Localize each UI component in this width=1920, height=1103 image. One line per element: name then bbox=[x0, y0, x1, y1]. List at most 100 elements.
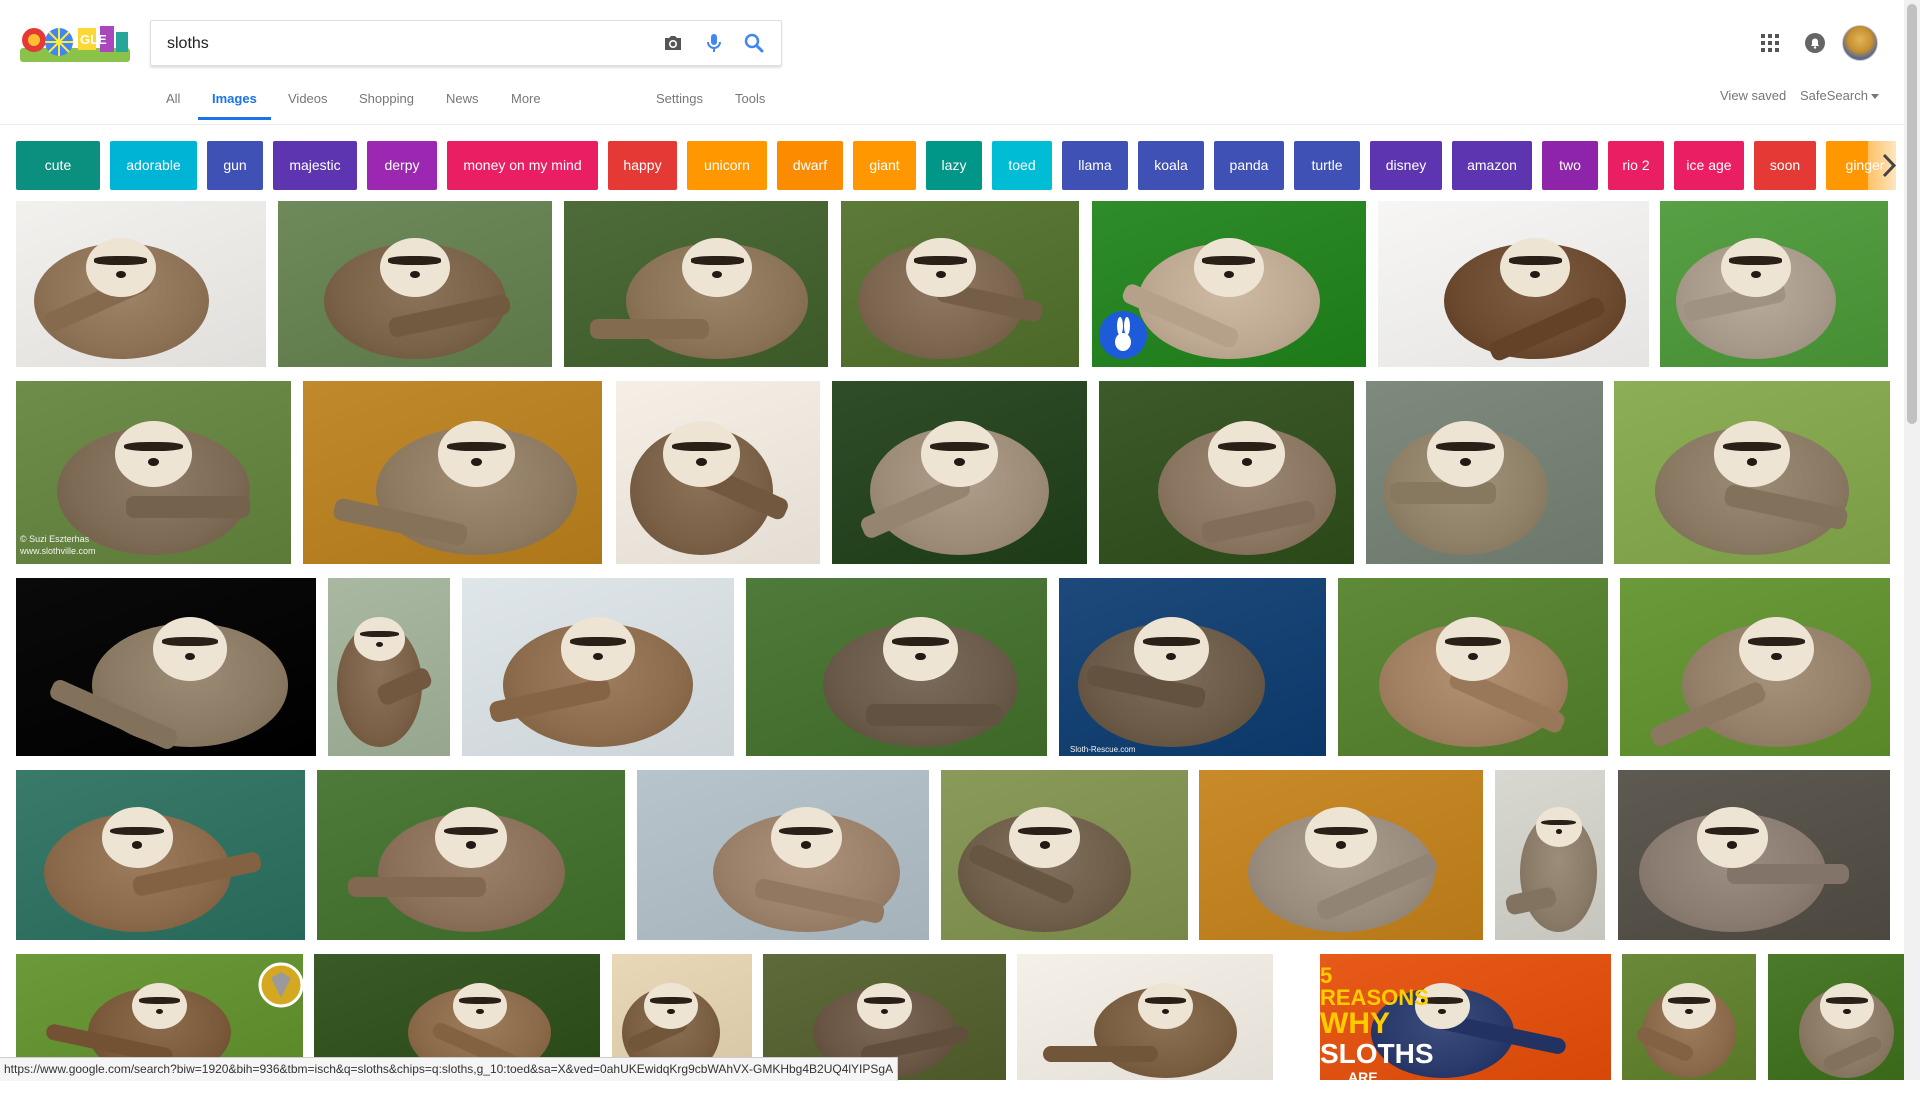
image-result-thumbnail[interactable] bbox=[1618, 770, 1890, 940]
sloth-nose bbox=[375, 641, 383, 647]
sloth-arm bbox=[1726, 863, 1850, 884]
sloth-eye-mask bbox=[447, 442, 506, 452]
image-result-thumbnail[interactable] bbox=[564, 201, 828, 367]
image-result-thumbnail[interactable] bbox=[616, 381, 820, 564]
sloth-nose bbox=[1685, 1008, 1693, 1015]
watermark-text: www.slothville.com bbox=[20, 546, 96, 556]
image-result-thumbnail[interactable] bbox=[1378, 201, 1649, 367]
image-result-thumbnail[interactable] bbox=[462, 578, 734, 756]
sloth-eye-mask bbox=[914, 256, 968, 265]
sloth-nose bbox=[915, 652, 926, 661]
sloth-nose bbox=[465, 841, 476, 849]
shield-badge-icon bbox=[258, 962, 304, 1008]
image-result-thumbnail[interactable] bbox=[637, 770, 929, 940]
sloth-arm bbox=[1042, 1046, 1158, 1062]
sloth-eye-mask bbox=[138, 997, 181, 1004]
sloth-eye-mask bbox=[1668, 997, 1710, 1004]
sloth-nose bbox=[696, 457, 708, 466]
poster-text-block: 5 REASONS WHY SLOTHS ARE SPECTACULAR bbox=[1320, 965, 1440, 1103]
image-result-thumbnail[interactable] bbox=[16, 201, 266, 367]
sloth-nose bbox=[1165, 652, 1177, 661]
sloth-face bbox=[1739, 617, 1814, 681]
page-scrollbar[interactable] bbox=[1904, 0, 1920, 1080]
sloth-face bbox=[1819, 982, 1875, 1029]
sloth-nose bbox=[1438, 1008, 1447, 1015]
image-result-thumbnail[interactable] bbox=[16, 770, 305, 940]
sloth-nose bbox=[1224, 270, 1234, 278]
image-result-thumbnail[interactable] bbox=[1059, 578, 1326, 756]
sloth-face bbox=[1535, 807, 1582, 847]
image-result-thumbnail[interactable] bbox=[841, 201, 1079, 367]
sloth-eye-mask bbox=[1142, 637, 1200, 647]
sloth-nose bbox=[116, 270, 126, 278]
image-result-thumbnail[interactable] bbox=[317, 770, 625, 940]
scrollbar-thumb[interactable] bbox=[1907, 4, 1917, 424]
sloth-eye-mask bbox=[124, 442, 183, 452]
image-result-thumbnail[interactable] bbox=[303, 381, 602, 564]
sloth-eye-mask bbox=[110, 826, 165, 836]
sloth-face bbox=[1305, 807, 1377, 869]
sloth-eye-mask bbox=[359, 631, 399, 638]
sloth-face bbox=[1661, 982, 1717, 1029]
sloth-nose bbox=[1335, 841, 1346, 849]
sloth-eye-mask bbox=[1826, 997, 1868, 1004]
sloth-face bbox=[643, 982, 699, 1029]
sloth-face bbox=[437, 421, 515, 487]
image-result-thumbnail[interactable] bbox=[328, 578, 450, 756]
sloth-nose bbox=[592, 652, 604, 661]
sloth-eye-mask bbox=[672, 442, 731, 452]
sloth-nose bbox=[1750, 270, 1761, 278]
sloth-nose bbox=[476, 1008, 484, 1015]
sloth-nose bbox=[1530, 270, 1541, 278]
image-result-thumbnail[interactable] bbox=[1768, 954, 1904, 1080]
sloth-face bbox=[1427, 421, 1504, 487]
image-result-thumbnail[interactable] bbox=[1338, 578, 1608, 756]
watermark-text: Sloth-Rescue.com bbox=[1070, 745, 1136, 754]
sloth-face bbox=[663, 421, 741, 487]
sloth-face bbox=[682, 237, 752, 297]
sloth-face bbox=[132, 982, 187, 1029]
sloth-nose bbox=[880, 1008, 889, 1015]
image-result-thumbnail[interactable] bbox=[16, 578, 316, 756]
sloth-arm bbox=[866, 704, 1002, 726]
sloth-nose bbox=[184, 652, 196, 661]
image-result-thumbnail[interactable] bbox=[1495, 770, 1605, 940]
sloth-eye-mask bbox=[569, 637, 627, 647]
sloth-face bbox=[1696, 807, 1768, 869]
sloth-eye-mask bbox=[690, 256, 744, 265]
image-result-thumbnail[interactable] bbox=[746, 578, 1047, 756]
image-result-thumbnail[interactable] bbox=[278, 201, 552, 367]
sloth-eye-mask bbox=[1436, 442, 1495, 452]
sloth-eye-mask bbox=[930, 442, 989, 452]
sloth-nose bbox=[1727, 841, 1738, 849]
sloth-eye-mask bbox=[94, 256, 148, 265]
image-result-thumbnail[interactable] bbox=[1620, 578, 1890, 756]
sloth-nose bbox=[1467, 652, 1479, 661]
sloth-nose bbox=[954, 457, 965, 466]
sloth-arm bbox=[347, 877, 487, 898]
sloth-nose bbox=[410, 270, 420, 278]
sloth-face bbox=[115, 421, 192, 487]
sloth-eye-mask bbox=[1508, 256, 1562, 265]
sloth-nose bbox=[471, 457, 482, 466]
image-result-thumbnail[interactable] bbox=[1017, 954, 1273, 1080]
sloth-face bbox=[1194, 237, 1264, 297]
image-result-thumbnail[interactable] bbox=[1660, 201, 1888, 367]
image-result-thumbnail[interactable] bbox=[832, 381, 1087, 564]
sloth-face bbox=[921, 421, 998, 487]
image-result-thumbnail[interactable] bbox=[1614, 381, 1890, 564]
image-result-thumbnail[interactable] bbox=[1199, 770, 1483, 940]
sloth-face bbox=[1435, 617, 1511, 681]
image-result-thumbnail[interactable] bbox=[1099, 381, 1354, 564]
sloth-arm bbox=[590, 318, 710, 339]
sloth-eye-mask bbox=[443, 826, 499, 836]
image-result-thumbnail[interactable] bbox=[1622, 954, 1756, 1080]
sloth-face bbox=[1009, 807, 1081, 869]
sloth-eye-mask bbox=[1144, 997, 1187, 1004]
sloth-eye-mask bbox=[1444, 637, 1502, 647]
image-result-thumbnail[interactable] bbox=[1366, 381, 1603, 564]
poster-line: ARE bbox=[1348, 1069, 1378, 1085]
sloth-face bbox=[435, 807, 507, 869]
image-result-thumbnail[interactable] bbox=[941, 770, 1188, 940]
sloth-eye-mask bbox=[161, 637, 219, 647]
